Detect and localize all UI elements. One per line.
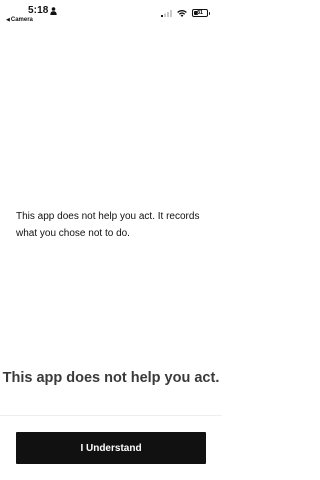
status-bar: 5:18 ◀ Camera 31 [0, 0, 222, 28]
description-text: This app does not help you act. It recor… [16, 211, 200, 239]
person-icon [50, 6, 58, 15]
divider [0, 415, 222, 416]
i-understand-button[interactable]: I Understand [16, 432, 206, 464]
status-time: 5:18 [28, 5, 49, 16]
signal-icon [161, 9, 172, 17]
battery-icon: 31 [192, 9, 210, 17]
battery-level: 31 [197, 9, 203, 16]
status-time-group: 5:18 [28, 5, 58, 16]
back-to-camera-link[interactable]: ◀ Camera [6, 17, 33, 23]
chevron-left-icon: ◀ [6, 17, 10, 23]
status-icons: 31 [161, 9, 210, 17]
headline-text: This app does not help you act. [2, 370, 220, 386]
back-link-label: Camera [10, 17, 33, 23]
wifi-icon [177, 9, 187, 17]
